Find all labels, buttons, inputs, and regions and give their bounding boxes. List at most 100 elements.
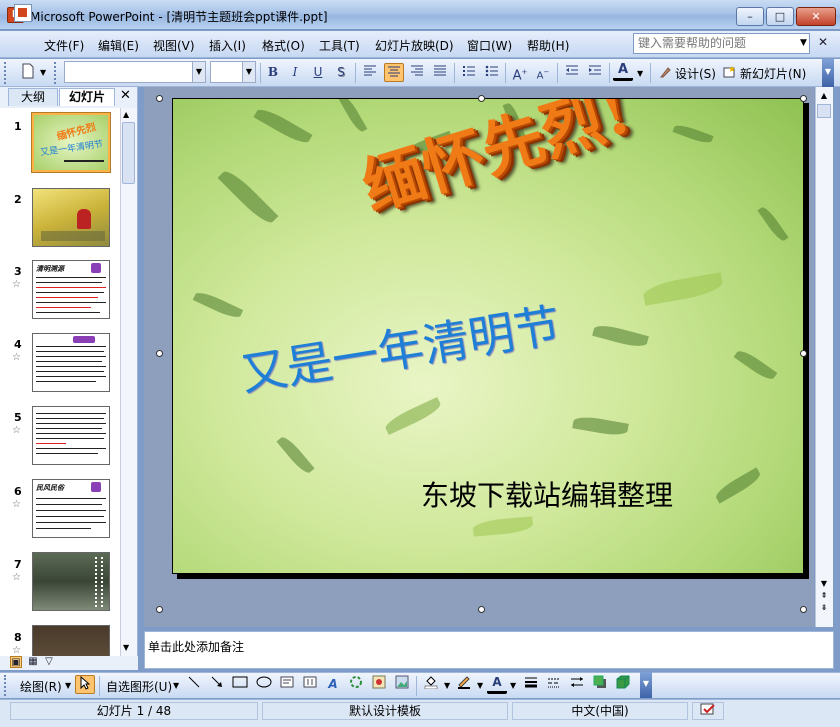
menu-file[interactable]: 文件(F) (44, 37, 84, 54)
resize-handle-top-right[interactable] (800, 95, 807, 102)
thumbnail-slide-6[interactable]: 民风民俗 (32, 479, 110, 538)
previous-slide-icon[interactable]: ⇞ (817, 590, 831, 602)
chevron-down-icon[interactable]: ▼ (477, 681, 483, 690)
line-tool-icon[interactable] (184, 675, 204, 694)
new-document-icon[interactable] (18, 63, 38, 82)
chevron-down-icon[interactable]: ▼ (444, 681, 450, 690)
menu-help[interactable]: 帮助(H) (527, 37, 569, 54)
design-button[interactable]: 设计(S) (675, 65, 716, 82)
menu-edit[interactable]: 编辑(E) (98, 37, 139, 54)
chevron-down-icon[interactable]: ▼ (40, 68, 46, 77)
tab-outline[interactable]: 大纲 (8, 88, 58, 106)
scroll-down-icon[interactable]: ▼ (817, 578, 831, 590)
slide-scrollbar[interactable] (815, 87, 833, 627)
menu-view[interactable]: 视图(V) (153, 37, 195, 54)
picture-icon[interactable] (392, 675, 412, 694)
textbox-tool-icon[interactable] (277, 675, 297, 694)
resize-handle-bottom-left[interactable] (156, 606, 163, 613)
resize-handle-right[interactable] (800, 350, 807, 357)
slide-credit-text[interactable]: 东坡下载站编辑整理 (421, 474, 673, 514)
template-status[interactable]: 默认设计模板 (262, 702, 508, 720)
scrollbar-thumb[interactable] (122, 122, 135, 184)
thumbnail-slide-1[interactable]: 缅怀先烈 又是一年清明节 (31, 112, 111, 173)
document-close-button[interactable]: ✕ (818, 35, 828, 49)
chevron-down-icon[interactable]: ▼ (637, 69, 643, 78)
chevron-down-icon[interactable]: ▼ (800, 38, 807, 48)
next-slide-icon[interactable]: ⇟ (817, 602, 831, 614)
notes-placeholder[interactable]: 单击此处添加备注 (148, 638, 244, 655)
wordart-icon[interactable]: A (323, 675, 343, 694)
resize-handle-top[interactable] (478, 95, 485, 102)
thumbnail-slide-7[interactable] (32, 552, 110, 611)
arrow-style-icon[interactable] (567, 675, 587, 694)
menu-format[interactable]: 格式(O) (262, 37, 305, 54)
clipart-icon[interactable] (369, 675, 389, 694)
chevron-down-icon[interactable]: ▼ (173, 681, 179, 690)
language-status[interactable]: 中文(中国) (512, 702, 688, 720)
toolbar-options-chevron-icon[interactable]: ▼ (822, 59, 834, 87)
increase-font-icon[interactable]: A+ (510, 63, 530, 83)
resize-handle-bottom-right[interactable] (800, 606, 807, 613)
decrease-indent-icon[interactable] (562, 63, 582, 82)
chevron-down-icon[interactable]: ▼ (510, 681, 516, 690)
justify-icon[interactable] (430, 63, 450, 82)
tab-slides[interactable]: 幻灯片 (59, 88, 115, 106)
toolbar-grip[interactable] (4, 62, 9, 84)
scroll-up-icon[interactable]: ▲ (817, 89, 831, 103)
font-color-icon[interactable]: A (487, 675, 507, 694)
menu-insert[interactable]: 插入(I) (209, 37, 246, 54)
numbered-list-icon[interactable] (459, 63, 479, 82)
italic-button[interactable]: I (285, 63, 305, 82)
line-color-icon[interactable] (454, 675, 474, 694)
oval-tool-icon[interactable] (254, 675, 274, 694)
font-size-combo[interactable]: ▼ (210, 61, 256, 83)
scrollbar-thumb[interactable] (817, 104, 831, 118)
spelling-check-icon[interactable] (692, 702, 724, 720)
slideshow-view-icon[interactable]: ▽ (43, 656, 55, 668)
chevron-down-icon[interactable]: ▼ (192, 62, 205, 82)
thumbnail-scrollbar[interactable] (120, 108, 137, 656)
autoshapes-button[interactable]: 自选图形(U) (106, 678, 172, 695)
line-style-icon[interactable] (521, 675, 541, 694)
thumbnail-slide-5[interactable] (32, 406, 110, 465)
draw-menu-button[interactable]: 绘图(R) (20, 678, 62, 695)
toolbar-grip[interactable] (4, 675, 9, 696)
scroll-down-icon[interactable]: ▼ (123, 643, 129, 652)
notes-pane[interactable] (144, 631, 834, 669)
new-slide-icon[interactable] (723, 66, 736, 78)
toolbar-grip[interactable] (54, 62, 59, 84)
3d-style-icon[interactable] (613, 675, 633, 694)
new-slide-button[interactable]: 新幻灯片(N) (740, 65, 806, 82)
align-right-icon[interactable] (407, 63, 427, 82)
minimize-button[interactable]: – (736, 7, 764, 26)
bullet-list-icon[interactable] (482, 63, 502, 82)
slide-sorter-view-icon[interactable]: ▦ (27, 656, 39, 668)
menu-window[interactable]: 窗口(W) (467, 37, 512, 54)
menu-slideshow[interactable]: 幻灯片放映(D) (375, 37, 454, 54)
font-name-combo[interactable]: ▼ (64, 61, 206, 83)
dash-style-icon[interactable] (544, 675, 564, 694)
decrease-font-icon[interactable]: A− (533, 63, 553, 82)
thumbnail-slide-2[interactable] (32, 188, 110, 247)
thumbnail-slide-8[interactable] (32, 625, 110, 656)
pane-close-button[interactable]: ✕ (120, 88, 131, 103)
close-button[interactable]: ✕ (796, 7, 836, 26)
resize-handle-left[interactable] (156, 350, 163, 357)
toolbar-options-chevron-icon[interactable]: ▼ (640, 672, 652, 698)
align-left-icon[interactable] (360, 63, 380, 82)
help-search-input[interactable]: 键入需要帮助的问题 (633, 33, 810, 54)
thumbnail-slide-4[interactable] (32, 333, 110, 392)
select-pointer-icon[interactable] (75, 675, 95, 694)
arrow-tool-icon[interactable] (207, 675, 227, 694)
thumbnail-slide-3[interactable]: 清明溯源 (32, 260, 110, 319)
document-icon[interactable] (14, 4, 32, 22)
increase-indent-icon[interactable] (585, 63, 605, 82)
rectangle-tool-icon[interactable] (230, 675, 250, 694)
vertical-textbox-icon[interactable] (300, 675, 320, 694)
bold-button[interactable]: B (263, 63, 283, 82)
maximize-button[interactable]: □ (766, 7, 794, 26)
normal-view-icon[interactable]: ▣ (10, 656, 22, 668)
diagram-icon[interactable] (346, 675, 366, 694)
font-color-button[interactable]: A (613, 62, 633, 81)
shadow-button[interactable]: S (331, 63, 351, 82)
